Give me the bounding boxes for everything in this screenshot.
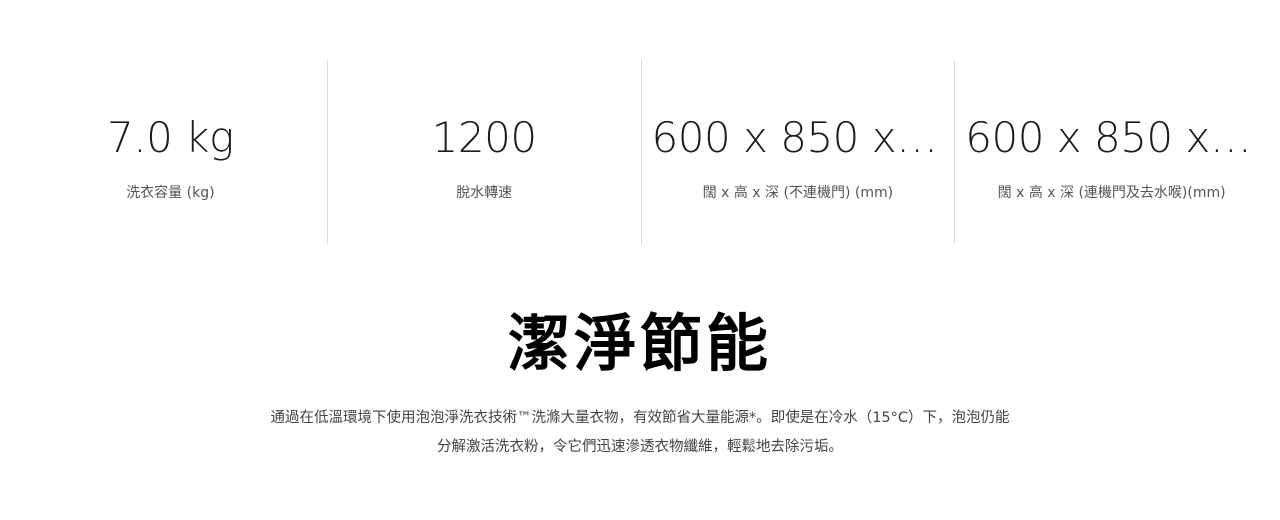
spec-dimensions-with-door-value: 600 x 850 x ... — [965, 113, 1262, 162]
feature-title: 潔淨節能 — [507, 307, 772, 380]
spec-spin-speed: 1200 脫水轉速 — [326, 60, 641, 244]
spec-spin-speed-value: 1200 — [431, 113, 537, 162]
feature-description-line-2: 分解激活洗衣粉，令它們迅速滲透衣物纖維，輕鬆地去除污垢。 — [437, 439, 843, 455]
spec-dimensions-with-door: 600 x 850 x ... 闊 x 高 x 深 (連機門及去水喉)(mm) — [954, 60, 1268, 244]
spec-capacity-label: 洗衣容量 (kg) — [126, 185, 215, 201]
spec-capacity-value: 7.0 kg — [107, 113, 234, 162]
product-spec-page: 7.0 kg 洗衣容量 (kg) 1200 脫水轉速 600 x 850 x .… — [0, 0, 1280, 520]
spec-dimensions-with-door-label: 闊 x 高 x 深 (連機門及去水喉)(mm) — [997, 185, 1226, 201]
feature-description-line-1: 通過在低溫環境下使用泡泡淨洗衣技術™洗滌大量衣物，有效節省大量能源*。即使是在冷… — [270, 410, 1010, 426]
feature-description: 通過在低溫環境下使用泡泡淨洗衣技術™洗滌大量衣物，有效節省大量能源*。即使是在冷… — [0, 404, 1280, 462]
spec-dimensions-without-door-label: 闊 x 高 x 深 (不連機門) (mm) — [702, 185, 894, 201]
spec-dimensions-without-door-value: 600 x 850 x ... — [651, 113, 948, 162]
spec-spin-speed-label: 脫水轉速 — [456, 185, 513, 201]
spec-capacity: 7.0 kg 洗衣容量 (kg) — [14, 60, 327, 244]
spec-dimensions-without-door: 600 x 850 x ... 闊 x 高 x 深 (不連機門) (mm) — [640, 60, 955, 244]
key-specs-row: 7.0 kg 洗衣容量 (kg) 1200 脫水轉速 600 x 850 x .… — [14, 60, 1268, 244]
